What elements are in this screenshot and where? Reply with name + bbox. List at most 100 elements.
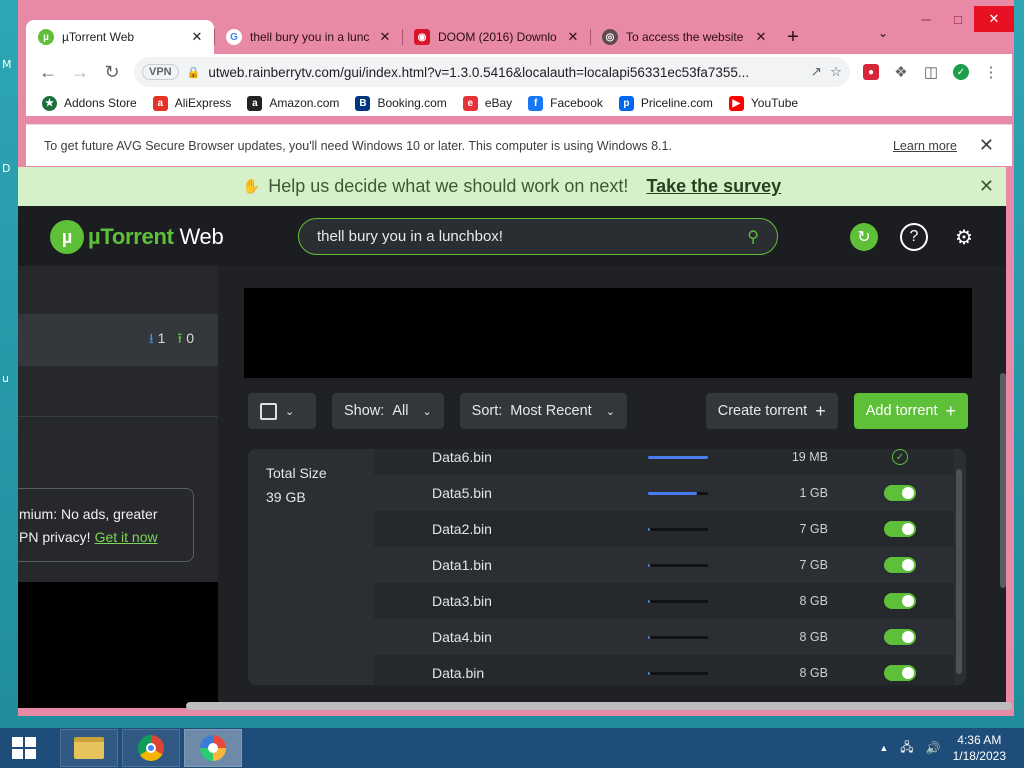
side-panel-icon[interactable]: ◫: [916, 57, 946, 87]
aliexpress-icon: a: [152, 95, 168, 111]
sort-dropdown[interactable]: Sort: Most Recent ⌄: [459, 393, 627, 429]
torrent-search-input[interactable]: thell bury you in a lunchbox! ⚲: [298, 218, 778, 255]
network-icon[interactable]: 🖧: [900, 738, 913, 759]
address-bar[interactable]: VPN 🔒 utweb.rainberrytv.com/gui/index.ht…: [134, 57, 850, 87]
take-survey-link[interactable]: Take the survey: [646, 176, 781, 197]
bookmark-youtube[interactable]: ▶ YouTube: [728, 95, 799, 111]
add-torrent-label: Add torrent: [865, 403, 938, 419]
infobar-message: To get future AVG Secure Browser updates…: [44, 138, 672, 153]
file-name: Data6.bin: [432, 449, 492, 465]
bookmark-label: AliExpress: [174, 96, 232, 110]
file-progress-bar: [648, 491, 708, 495]
security-check-icon[interactable]: ✓: [946, 57, 976, 87]
show-filter-dropdown[interactable]: Show: All ⌄: [332, 393, 444, 429]
help-icon[interactable]: ?: [900, 223, 928, 251]
file-row[interactable]: Data.bin 8 GB: [374, 655, 954, 685]
file-row[interactable]: Data5.bin 1 GB: [374, 475, 954, 511]
google-icon: G: [226, 29, 242, 45]
window-close-button[interactable]: ✕: [974, 6, 1014, 32]
volume-icon[interactable]: 🔊: [926, 741, 941, 755]
tab-close-icon[interactable]: ✕: [378, 29, 392, 45]
forward-arrow-icon[interactable]: →: [64, 56, 96, 88]
vpn-badge[interactable]: VPN: [142, 64, 179, 80]
select-all-checkbox[interactable]: [260, 402, 277, 420]
reload-icon[interactable]: ↻: [96, 56, 128, 88]
tab-close-icon[interactable]: ✕: [566, 29, 580, 45]
settings-gear-icon[interactable]: ⚙: [950, 223, 978, 251]
new-tab-button[interactable]: +: [778, 20, 808, 54]
search-icon[interactable]: ⚲: [747, 227, 759, 247]
horizontal-scrollbar[interactable]: [186, 702, 1012, 710]
file-download-toggle[interactable]: [884, 557, 916, 573]
add-torrent-button[interactable]: Add torrent +: [853, 393, 968, 429]
shield-extension-icon[interactable]: ●: [856, 57, 886, 87]
tab-close-icon[interactable]: ✕: [190, 29, 204, 45]
update-infobar: To get future AVG Secure Browser updates…: [26, 124, 1012, 166]
learn-more-link[interactable]: Learn more: [893, 139, 957, 153]
back-arrow-icon[interactable]: ←: [32, 56, 64, 88]
file-download-toggle[interactable]: [884, 665, 916, 681]
taskbar-avg-browser[interactable]: [184, 729, 242, 767]
get-it-now-link[interactable]: Get it now: [95, 529, 158, 545]
menu-kebab-icon[interactable]: ⋮: [976, 57, 1006, 87]
minimize-button[interactable]: ─: [910, 6, 942, 32]
file-row[interactable]: Data4.bin 8 GB: [374, 619, 954, 655]
bookmark-booking[interactable]: B Booking.com: [355, 95, 447, 111]
bookmark-priceline[interactable]: p Priceline.com: [618, 95, 713, 111]
bookmark-amazon[interactable]: a Amazon.com: [247, 95, 339, 111]
tab-doom[interactable]: ◉ DOOM (2016) Downlo ✕: [402, 20, 590, 54]
search-query[interactable]: thell bury you in a lunchbox!: [317, 228, 747, 245]
bookmark-ebay[interactable]: e eBay: [462, 95, 512, 111]
file-progress-fill: [648, 671, 650, 675]
file-row[interactable]: Data1.bin 7 GB: [374, 547, 954, 583]
bookmark-addons-store[interactable]: ★ Addons Store: [42, 95, 137, 111]
file-size: 1 GB: [799, 486, 829, 500]
sort-value: Most Recent: [510, 403, 592, 419]
file-list-scrollbar[interactable]: [956, 469, 962, 674]
sidebar-transfer-stats[interactable]: ⭳ 1 ⭱ 0: [18, 314, 218, 366]
survey-text: Help us decide what we should work on ne…: [268, 176, 629, 196]
file-list: Data6.bin 19 MB ✓ Data5.bin 1 GB Data2.bin 7 G…: [374, 449, 954, 685]
bookmark-label: YouTube: [750, 96, 799, 110]
tray-overflow-icon[interactable]: ▲: [879, 743, 888, 753]
bookmark-aliexpress[interactable]: a AliExpress: [152, 95, 232, 111]
survey-close-icon[interactable]: ✕: [979, 176, 994, 197]
bookmark-star-icon[interactable]: ☆: [830, 64, 842, 80]
page-scrollbar[interactable]: [1000, 373, 1006, 588]
file-download-toggle[interactable]: [884, 521, 916, 537]
plus-icon: +: [945, 400, 956, 421]
web-page: ✋ Help us decide what we should work on …: [18, 167, 1006, 708]
logo-wordmark: µTorrent Web: [88, 224, 224, 250]
taskbar-chrome[interactable]: [122, 729, 180, 767]
bookmark-facebook[interactable]: f Facebook: [528, 95, 603, 111]
lock-icon[interactable]: 🔒: [187, 66, 201, 79]
select-all-dropdown[interactable]: ⌄: [248, 393, 316, 429]
file-download-toggle[interactable]: [884, 629, 916, 645]
taskbar-file-explorer[interactable]: [60, 729, 118, 767]
file-row[interactable]: Data3.bin 8 GB: [374, 583, 954, 619]
file-row[interactable]: Data6.bin 19 MB ✓: [374, 449, 954, 475]
url-text[interactable]: utweb.rainberrytv.com/gui/index.html?v=1…: [208, 65, 802, 80]
extensions-puzzle-icon[interactable]: ❖: [886, 57, 916, 87]
file-download-toggle[interactable]: [884, 593, 916, 609]
infobar-close-icon[interactable]: ✕: [979, 135, 994, 156]
tab-close-icon[interactable]: ✕: [754, 29, 768, 45]
start-button[interactable]: [0, 728, 48, 768]
priceline-icon: p: [618, 95, 634, 111]
tab-utorrent[interactable]: µ µTorrent Web ✕: [26, 20, 214, 54]
update-icon[interactable]: ↻: [850, 223, 878, 251]
utorrent-logo[interactable]: µ µTorrent Web: [50, 220, 224, 254]
file-row[interactable]: Data2.bin 7 GB: [374, 511, 954, 547]
tab-google-search[interactable]: G thell bury you in a lunc ✕: [214, 20, 402, 54]
share-icon[interactable]: ↗: [811, 64, 822, 80]
sidebar-divider: [18, 416, 218, 417]
torrent-controls: ⌄ Show: All ⌄ Sort: Most Recent ⌄ Create…: [248, 393, 968, 429]
create-torrent-button[interactable]: Create torrent +: [705, 393, 838, 429]
file-download-toggle[interactable]: [884, 485, 916, 501]
download-arrow-icon: ⭳: [148, 330, 154, 346]
tab-website-access[interactable]: ◎ To access the website c ✕: [590, 20, 778, 54]
clock[interactable]: 4:36 AM 1/18/2023: [953, 732, 1006, 764]
tab-search-chevron-icon[interactable]: ⌄: [878, 26, 888, 40]
facebook-icon: f: [528, 95, 544, 111]
maximize-button[interactable]: □: [942, 6, 974, 32]
